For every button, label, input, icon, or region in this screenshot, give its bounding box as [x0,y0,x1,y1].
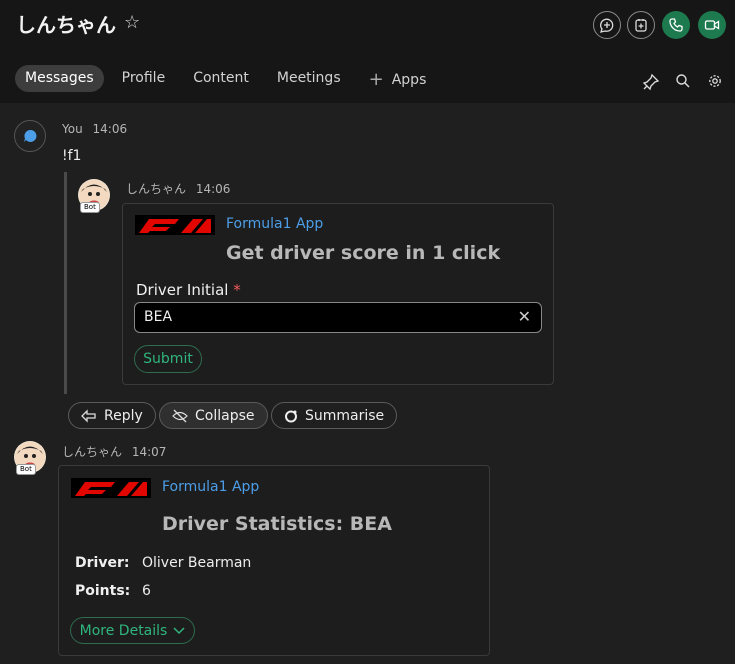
driver-value: Oliver Bearman [142,555,252,571]
tab-messages[interactable]: Messages [15,65,104,92]
message-meta: しんちゃん 14:06 [126,180,230,197]
author-name: しんちゃん [126,182,187,196]
gear-icon[interactable] [707,73,723,93]
user-avatar[interactable] [14,120,46,152]
ai-assistant-icon [285,410,297,422]
video-icon[interactable] [698,11,726,39]
input-value: BEA [144,309,173,325]
submit-button[interactable]: Submit [134,345,202,373]
reply-icon [81,408,96,423]
tab-content[interactable]: Content [183,65,259,92]
message-text: !f1 [62,148,82,164]
required-mark: * [233,281,241,299]
more-details-label: More Details [79,622,168,639]
message-meta: しんちゃん 14:07 [62,443,166,460]
bot-avatar[interactable]: Bot [14,441,46,475]
space-title: しんちゃん [16,13,116,37]
bot-badge: Bot [16,464,36,475]
call-icon[interactable] [662,11,690,39]
adaptive-card: Formula1 App Get driver score in 1 click… [122,203,554,385]
reply-button[interactable]: Reply [68,402,156,429]
new-space-icon[interactable] [593,11,621,39]
card-title: Driver Statistics: BEA [162,513,392,535]
field-label: Driver Initial * [136,281,241,299]
tab-apps[interactable]: + Apps [359,65,437,92]
search-icon[interactable] [675,73,691,93]
add-app-icon[interactable] [627,11,655,39]
f1-logo [71,478,151,498]
tab-meetings[interactable]: Meetings [267,65,351,92]
message-time: 14:06 [92,122,128,136]
summarise-button[interactable]: Summarise [271,402,398,429]
tab-apps-label: Apps [391,72,427,88]
message-meta: You 14:06 [62,122,127,136]
message-time: 14:07 [131,445,167,459]
collapse-label: Collapse [195,407,255,424]
close-icon[interactable]: ✕ [518,303,531,331]
bot-avatar[interactable]: Bot [78,179,110,213]
tab-profile[interactable]: Profile [112,65,176,92]
tab-bar: Messages Profile Content Meetings + Apps [15,65,444,92]
app-link[interactable]: Formula1 App [162,479,259,495]
author-name: You [62,122,83,136]
collapse-button[interactable]: Collapse [159,402,268,429]
points-key: Points: [75,583,131,599]
star-icon[interactable]: ☆ [124,12,140,33]
driver-key: Driver: [75,555,130,571]
field-label-text: Driver Initial [136,281,229,299]
card-title: Get driver score in 1 click [226,242,501,264]
f1-logo [135,215,215,235]
thread-line [64,172,67,394]
more-details-button[interactable]: More Details [70,617,195,644]
message-time: 14:06 [195,182,231,196]
pin-icon[interactable] [642,73,660,95]
chevron-down-icon [173,626,185,634]
stats-card: Formula1 App Driver Statistics: BEA Driv… [58,465,490,656]
chat-bubble-icon [24,129,37,142]
reply-label: Reply [104,407,143,424]
author-name: しんちゃん [62,445,123,459]
summarise-label: Summarise [305,407,385,424]
plus-icon: + [368,69,384,90]
bot-badge: Bot [80,202,100,213]
app-link[interactable]: Formula1 App [226,216,323,232]
eye-off-icon [172,409,188,422]
driver-initial-input[interactable]: BEA ✕ [134,302,542,333]
points-value: 6 [142,583,151,599]
